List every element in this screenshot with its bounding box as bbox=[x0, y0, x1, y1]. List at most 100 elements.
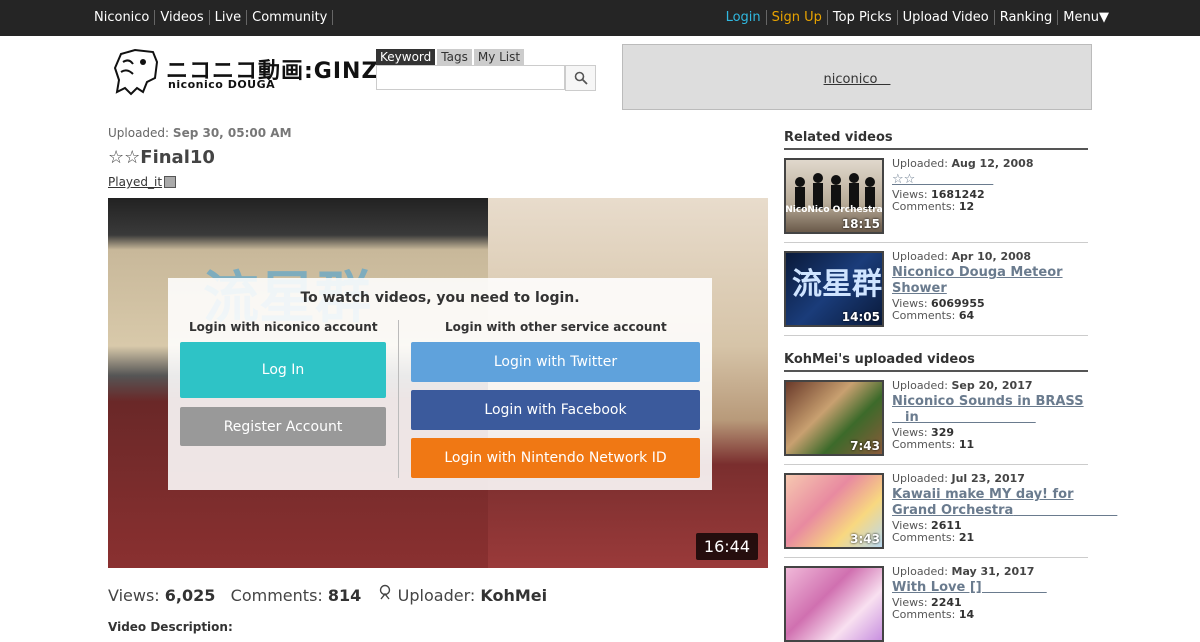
list-divider bbox=[784, 557, 1088, 558]
search-input[interactable] bbox=[376, 65, 565, 90]
search-type-tabs: Keyword Tags My List bbox=[376, 49, 525, 65]
video-thumbnail[interactable]: 流星群 14:05 bbox=[784, 251, 884, 327]
menu-dropdown[interactable]: Menu▼ bbox=[1058, 10, 1109, 25]
nav-link-live[interactable]: Live bbox=[210, 10, 248, 25]
login-link[interactable]: Login bbox=[721, 10, 767, 25]
video-thumbnail[interactable]: 7:43 bbox=[784, 380, 884, 456]
tab-my-list[interactable]: My List bbox=[473, 49, 525, 65]
upload-date: Uploaded: May 31, 2017 bbox=[892, 566, 1092, 578]
comments-label: Comments: bbox=[892, 200, 956, 213]
video-info: Uploaded: Aug 12, 2008 ☆☆ Views: 1681242… bbox=[892, 158, 1092, 213]
login-with-twitter-button[interactable]: Login with Twitter bbox=[411, 342, 700, 382]
tab-tags[interactable]: Tags bbox=[437, 49, 472, 65]
upload-date: Uploaded: Aug 12, 2008 bbox=[892, 158, 1092, 170]
site-logo[interactable]: ニコニコ動画:GINZA niconico DOUGA bbox=[113, 48, 395, 96]
upload-date-value: May 31, 2017 bbox=[951, 565, 1035, 578]
upload-date-value: Sep 20, 2017 bbox=[951, 379, 1033, 392]
video-duration: 16:44 bbox=[695, 533, 758, 560]
search-button[interactable] bbox=[565, 65, 596, 91]
video-title-link[interactable]: ☆☆ bbox=[892, 172, 1092, 188]
account-nav-links: Login Sign Up Top Picks Upload Video Ran… bbox=[721, 10, 1109, 25]
video-info: Uploaded: Apr 10, 2008 Niconico Douga Me… bbox=[892, 251, 1092, 322]
nav-link-niconico[interactable]: Niconico bbox=[94, 10, 156, 25]
upload-date-value: Jul 23, 2017 bbox=[951, 472, 1025, 485]
nav-link-upload-video[interactable]: Upload Video bbox=[898, 10, 995, 25]
logo-subtitle: niconico DOUGA bbox=[168, 78, 276, 91]
video-thumbnail[interactable]: NicoNico Orchestra 18:15 bbox=[784, 158, 884, 234]
comments: Comments: 12 bbox=[892, 201, 1092, 213]
upload-date-label: Uploaded: bbox=[108, 126, 170, 140]
register-account-button[interactable]: Register Account bbox=[180, 407, 386, 446]
upload-date-label: Uploaded: bbox=[892, 565, 948, 578]
video-duration: 7:43 bbox=[850, 439, 880, 453]
video-info: Uploaded: Jul 23, 2017 Kawaii make MY da… bbox=[892, 473, 1092, 544]
upload-date-label: Uploaded: bbox=[892, 379, 948, 392]
upload-date-label: Uploaded: bbox=[892, 157, 948, 170]
nav-link-videos[interactable]: Videos bbox=[155, 10, 210, 25]
played-it-link[interactable]: Played_it bbox=[108, 175, 177, 189]
comments-count: 14 bbox=[958, 608, 975, 621]
uploader-videos-heading: KohMei's uploaded videos bbox=[784, 352, 1088, 372]
thumbnail-caption: NicoNico Orchestra bbox=[786, 205, 882, 215]
uploader-label: Uploader: bbox=[397, 586, 476, 605]
views-label: Views: bbox=[108, 586, 160, 605]
nav-link-top-picks[interactable]: Top Picks bbox=[828, 10, 898, 25]
video-info: Uploaded: Sep 20, 2017 Niconico Sounds i… bbox=[892, 380, 1092, 451]
video-thumbnail[interactable] bbox=[784, 566, 884, 642]
signup-link[interactable]: Sign Up bbox=[767, 10, 828, 25]
uploader-icon bbox=[379, 584, 390, 600]
comments-count: 12 bbox=[958, 200, 975, 213]
related-videos-heading: Related videos bbox=[784, 130, 1088, 150]
upload-date-value: Aug 12, 2008 bbox=[951, 157, 1034, 170]
video-stats: Views: 6,025 Comments: 814 Uploader: Koh… bbox=[108, 584, 547, 605]
niconico-mascot-icon bbox=[113, 48, 159, 96]
upload-date: Uploaded: Sep 30, 05:00 AM bbox=[108, 126, 292, 140]
list-divider bbox=[784, 464, 1088, 465]
video-duration: 14:05 bbox=[841, 310, 880, 324]
played-it-label: Played_it bbox=[108, 175, 163, 189]
game-icon bbox=[164, 176, 177, 188]
comments: Comments: 21 bbox=[892, 532, 1092, 544]
advertisement-banner[interactable]: niconico bbox=[622, 44, 1092, 110]
video-description-label: Video Description: bbox=[108, 620, 233, 634]
login-with-facebook-button[interactable]: Login with Facebook bbox=[411, 390, 700, 430]
ad-link-text[interactable]: niconico bbox=[824, 68, 891, 87]
other-service-login-label: Login with other service account bbox=[445, 320, 667, 334]
upload-date-value: Sep 30, 05:00 AM bbox=[172, 126, 292, 140]
upload-date-label: Uploaded: bbox=[892, 472, 948, 485]
top-navigation-bar: Niconico Videos Live Community Login Sig… bbox=[0, 0, 1200, 36]
comments: Comments: 14 bbox=[892, 609, 1092, 621]
comments-label: Comments: bbox=[892, 531, 956, 544]
nav-link-ranking[interactable]: Ranking bbox=[995, 10, 1059, 25]
upload-date-value: Apr 10, 2008 bbox=[951, 250, 1032, 263]
nav-link-community[interactable]: Community bbox=[247, 10, 334, 25]
video-title-link[interactable]: Niconico Douga Meteor Shower bbox=[892, 265, 1092, 297]
upload-date-label: Uploaded: bbox=[892, 250, 948, 263]
video-title-link[interactable]: Niconico Sounds in BRASS in bbox=[892, 394, 1092, 426]
video-title: ☆☆Final10 bbox=[108, 147, 215, 168]
comments-count: 21 bbox=[958, 531, 975, 544]
thumbnail-caption: 流星群 bbox=[792, 267, 882, 302]
video-title-link[interactable]: With Love [] bbox=[892, 580, 1092, 596]
tab-keyword[interactable]: Keyword bbox=[376, 49, 436, 65]
login-button[interactable]: Log In bbox=[180, 342, 386, 398]
login-with-nintendo-button[interactable]: Login with Nintendo Network ID bbox=[411, 438, 700, 478]
list-divider bbox=[784, 242, 1088, 243]
uploader-name[interactable]: KohMei bbox=[480, 586, 547, 605]
video-duration: 18:15 bbox=[841, 217, 880, 231]
comments-label: Comments: bbox=[892, 309, 956, 322]
comments-count: 814 bbox=[327, 586, 362, 605]
views-count: 6,025 bbox=[164, 586, 216, 605]
comments: Comments: 11 bbox=[892, 439, 1092, 451]
comments-label: Comments: bbox=[230, 586, 323, 605]
search-icon bbox=[574, 71, 588, 85]
video-duration: 3:43 bbox=[850, 532, 880, 546]
login-required-overlay: To watch videos, you need to login. Logi… bbox=[168, 278, 712, 490]
global-nav-links: Niconico Videos Live Community bbox=[94, 10, 334, 25]
comments-label: Comments: bbox=[892, 438, 956, 451]
login-required-message: To watch videos, you need to login. bbox=[300, 290, 580, 306]
niconico-login-label: Login with niconico account bbox=[189, 320, 378, 334]
video-title-link[interactable]: Kawaii make MY day! for Grand Orchestra bbox=[892, 487, 1092, 519]
video-thumbnail[interactable]: 3:43 bbox=[784, 473, 884, 549]
upload-date: Uploaded: Apr 10, 2008 bbox=[892, 251, 1092, 263]
